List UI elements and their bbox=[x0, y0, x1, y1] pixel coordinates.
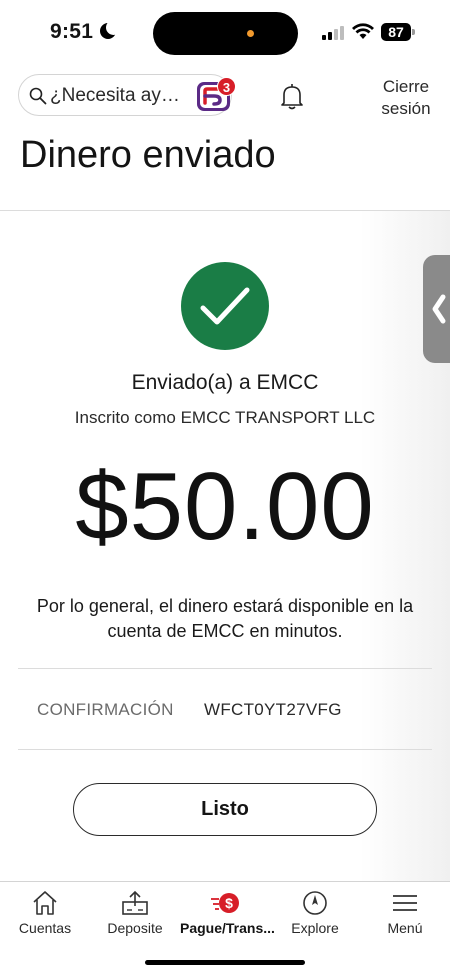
search-icon bbox=[29, 87, 47, 105]
nav-label: Pague/Trans... bbox=[180, 920, 275, 936]
status-bar: 9:51 87 bbox=[0, 0, 450, 62]
notification-count-badge: 3 bbox=[217, 77, 236, 96]
availability-message: Por lo general, el dinero estará disponi… bbox=[36, 596, 414, 641]
cellular-signal-icon bbox=[322, 26, 346, 40]
confirmation-number: WFCT0YT27VFG bbox=[204, 700, 342, 719]
deposit-icon bbox=[122, 890, 148, 915]
done-button[interactable]: Listo bbox=[73, 783, 377, 836]
home-icon bbox=[33, 891, 57, 915]
registered-name-text: Inscrito como EMCC TRANSPORT LLC bbox=[74, 408, 376, 427]
nav-label: Explore bbox=[291, 920, 339, 936]
nav-item-pay-transfer[interactable]: $ Pague/Trans... bbox=[180, 882, 275, 952]
page-title: Dinero enviado bbox=[20, 134, 276, 176]
svg-text:$: $ bbox=[225, 895, 233, 911]
chevron-left-icon bbox=[432, 294, 446, 324]
confirmation-label: CONFIRMACIÓN bbox=[37, 700, 174, 719]
compass-icon bbox=[303, 891, 327, 915]
search-placeholder: ¿Necesita ay… bbox=[50, 85, 180, 106]
battery-tip bbox=[412, 29, 415, 35]
side-drawer-handle[interactable] bbox=[423, 255, 450, 363]
dynamic-island bbox=[153, 12, 298, 55]
pay-transfer-icon: $ bbox=[211, 893, 239, 913]
nav-item-accounts[interactable]: Cuentas bbox=[0, 882, 90, 952]
nav-label: Deposite bbox=[107, 920, 163, 936]
logout-button[interactable]: Cierre sesión bbox=[374, 76, 438, 120]
success-check-icon bbox=[181, 262, 269, 350]
divider bbox=[18, 668, 432, 669]
amount-sent: $50.00 bbox=[75, 453, 375, 560]
status-time: 9:51 bbox=[50, 20, 94, 43]
mic-indicator bbox=[247, 30, 254, 37]
divider bbox=[18, 749, 432, 750]
nav-label: Cuentas bbox=[18, 920, 72, 936]
wifi-icon bbox=[352, 23, 374, 39]
nav-item-menu[interactable]: Menú bbox=[360, 882, 450, 952]
nav-item-deposit[interactable]: Deposite bbox=[90, 882, 180, 952]
menu-icon bbox=[393, 895, 417, 911]
battery-indicator: 87 bbox=[381, 23, 411, 41]
nav-label: Menú bbox=[387, 920, 423, 936]
recipient-text: Enviado(a) a EMCC bbox=[131, 371, 319, 394]
do-not-disturb-icon bbox=[100, 20, 121, 39]
nav-item-explore[interactable]: Explore bbox=[270, 882, 360, 952]
bell-icon[interactable] bbox=[280, 83, 304, 110]
home-indicator bbox=[145, 960, 305, 965]
